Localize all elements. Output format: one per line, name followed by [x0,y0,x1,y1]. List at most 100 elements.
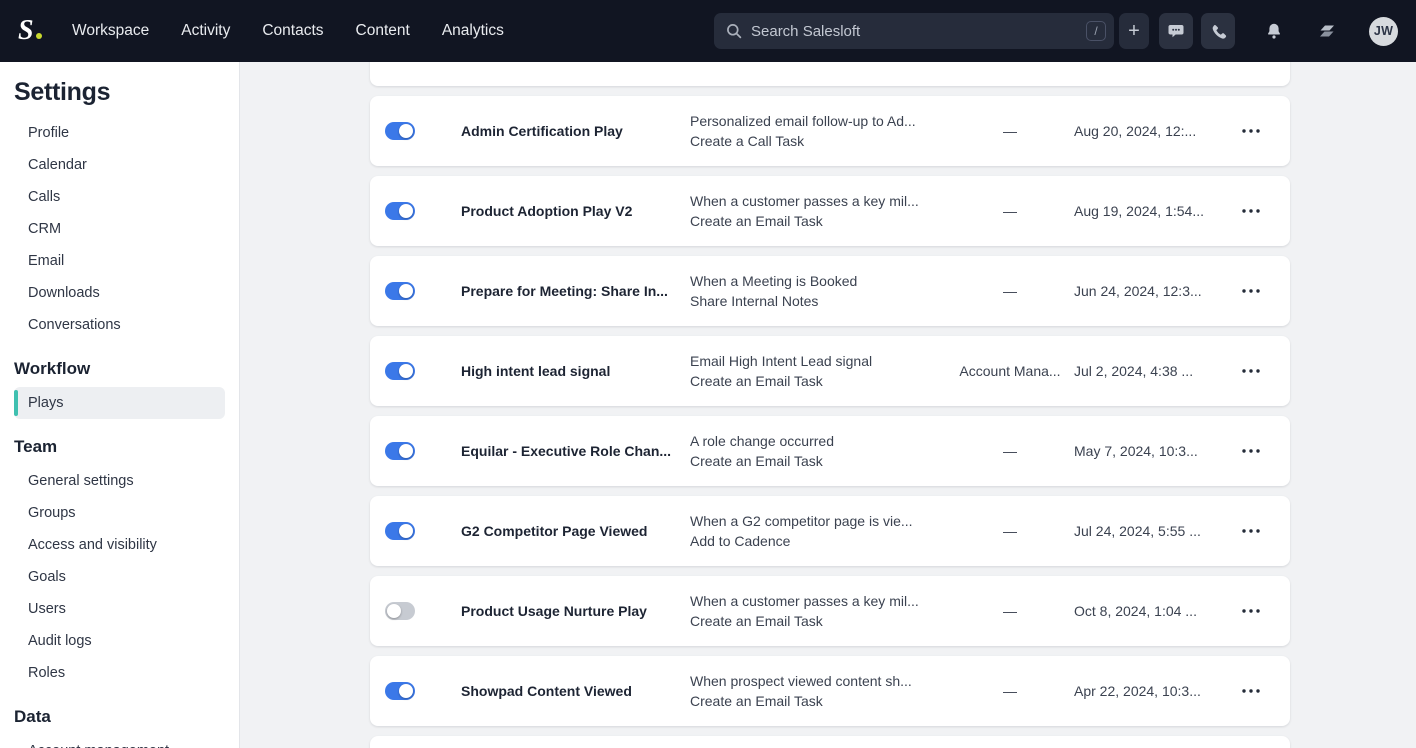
play-team: — [951,443,1069,459]
play-date: Jun 24, 2024, 12:3... [1069,283,1219,299]
play-card: Product Adoption Play V2When a customer … [370,176,1290,246]
menu-cell [1219,439,1275,463]
play-name[interactable]: G2 Competitor Page Viewed [461,523,690,539]
row-menu-button[interactable] [1239,199,1263,223]
play-action: Create an Email Task [690,691,951,711]
chat-icon [1167,22,1185,40]
ellipsis-icon [1242,449,1260,453]
play-action: Share Internal Notes [690,291,951,311]
create-button[interactable]: + [1119,13,1149,49]
sidebar-section-header-workflow: Workflow [14,359,225,379]
notifications-button[interactable] [1265,22,1283,41]
sidebar-item-calls[interactable]: Calls [14,181,225,213]
ellipsis-icon [1242,129,1260,133]
toggle-cell [385,442,461,460]
play-toggle[interactable] [385,122,415,140]
nav-item-workspace[interactable]: Workspace [72,22,149,40]
sidebar-item-account-management[interactable]: Account management [14,735,225,748]
play-team: — [951,523,1069,539]
play-card: Product Usage Nurture PlayWhen a custome… [370,576,1290,646]
row-menu-button[interactable] [1239,439,1263,463]
plays-cards: Create an Email Task Admin Certification … [370,62,1290,748]
play-card: Equilar - Executive Role Chan...A role c… [370,416,1290,486]
nav-item-contacts[interactable]: Contacts [262,22,323,40]
play-date: Aug 20, 2024, 12:... [1069,123,1219,139]
sidebar-item-groups[interactable]: Groups [14,497,225,529]
row-menu-button[interactable] [1239,119,1263,143]
sidebar-item-conversations[interactable]: Conversations [14,309,225,341]
salesloft-logo-dot [36,33,42,39]
play-toggle[interactable] [385,202,415,220]
sidebar-item-plays[interactable]: Plays [14,387,225,419]
play-name[interactable]: Product Usage Nurture Play [461,603,690,619]
sidebar-item-profile[interactable]: Profile [14,117,225,149]
sidebar-item-goals[interactable]: Goals [14,561,225,593]
play-toggle[interactable] [385,282,415,300]
row-menu-button[interactable] [1239,599,1263,623]
play-date: Oct 8, 2024, 1:04 ... [1069,603,1219,619]
play-description: When a customer passes a key mil...Creat… [690,191,951,231]
toggle-cell [385,202,461,220]
play-team: — [951,683,1069,699]
sidebar-item-roles[interactable]: Roles [14,657,225,689]
sidebar-section-header-data: Data [14,707,225,727]
menu-cell [1219,279,1275,303]
sidebar-item-downloads[interactable]: Downloads [14,277,225,309]
nav-item-analytics[interactable]: Analytics [442,22,504,40]
play-name[interactable]: Product Adoption Play V2 [461,203,690,219]
play-toggle[interactable] [385,522,415,540]
user-avatar[interactable]: JW [1369,17,1398,46]
salesloft-logo-letter: S [18,17,34,45]
play-name[interactable]: Prepare for Meeting: Share In... [461,283,690,299]
play-name[interactable]: Admin Certification Play [461,123,690,139]
play-team: — [951,283,1069,299]
app-switcher-button[interactable] [1317,22,1337,40]
messages-button[interactable] [1159,13,1193,49]
app-switcher-icon [1317,22,1337,40]
play-action: Create an Email Task [690,371,951,391]
sidebar-item-access-and-visibility[interactable]: Access and visibility [14,529,225,561]
play-toggle[interactable] [385,362,415,380]
row-menu-button[interactable] [1239,679,1263,703]
play-toggle[interactable] [385,602,415,620]
play-toggle[interactable] [385,682,415,700]
sidebar-item-calendar[interactable]: Calendar [14,149,225,181]
nav-right-cluster: Search Salesloft / + [714,13,1398,49]
sidebar-item-users[interactable]: Users [14,593,225,625]
nav-item-content[interactable]: Content [356,22,410,40]
row-menu-button[interactable] [1239,279,1263,303]
nav-item-activity[interactable]: Activity [181,22,230,40]
plays-list: Create an Email Task Admin Certification … [240,62,1416,748]
toggle-cell [385,602,461,620]
sidebar-item-audit-logs[interactable]: Audit logs [14,625,225,657]
play-action: Create an Email Task [690,211,951,231]
row-menu-button[interactable] [1239,359,1263,383]
play-description: When a customer passes a key mil...Creat… [690,591,951,631]
play-card: G2 Competitor Page ViewedWhen a G2 compe… [370,496,1290,566]
sidebar-item-crm[interactable]: CRM [14,213,225,245]
play-name[interactable]: Showpad Content Viewed [461,683,690,699]
ellipsis-icon [1242,209,1260,213]
sidebar-item-general-settings[interactable]: General settings [14,465,225,497]
sidebar-item-email[interactable]: Email [14,245,225,277]
settings-sidebar: Settings ProfileCalendarCallsCRMEmailDow… [0,62,240,748]
play-action: Add to Cadence [690,531,951,551]
salesloft-logo[interactable]: S [18,17,48,45]
play-description: Email High Intent Lead signalCreate an E… [690,351,951,391]
play-card-partial-top: Create an Email Task [370,62,1290,86]
ellipsis-icon [1242,689,1260,693]
play-trigger: When prospect viewed content sh... [690,671,951,691]
play-trigger: When a customer passes a key mil... [690,591,951,611]
menu-cell [1219,519,1275,543]
row-menu-button[interactable] [1239,519,1263,543]
play-card: Showpad Content ViewedWhen prospect view… [370,656,1290,726]
play-toggle[interactable] [385,442,415,460]
dialer-button[interactable] [1201,13,1235,49]
play-name[interactable]: Equilar - Executive Role Chan... [461,443,690,459]
search-input[interactable]: Search Salesloft / [714,13,1114,49]
play-description: When a Meeting is BookedShare Internal N… [690,271,951,311]
play-name[interactable]: High intent lead signal [461,363,690,379]
play-team: — [951,203,1069,219]
play-team: Account Mana... [951,363,1069,379]
ellipsis-icon [1242,609,1260,613]
